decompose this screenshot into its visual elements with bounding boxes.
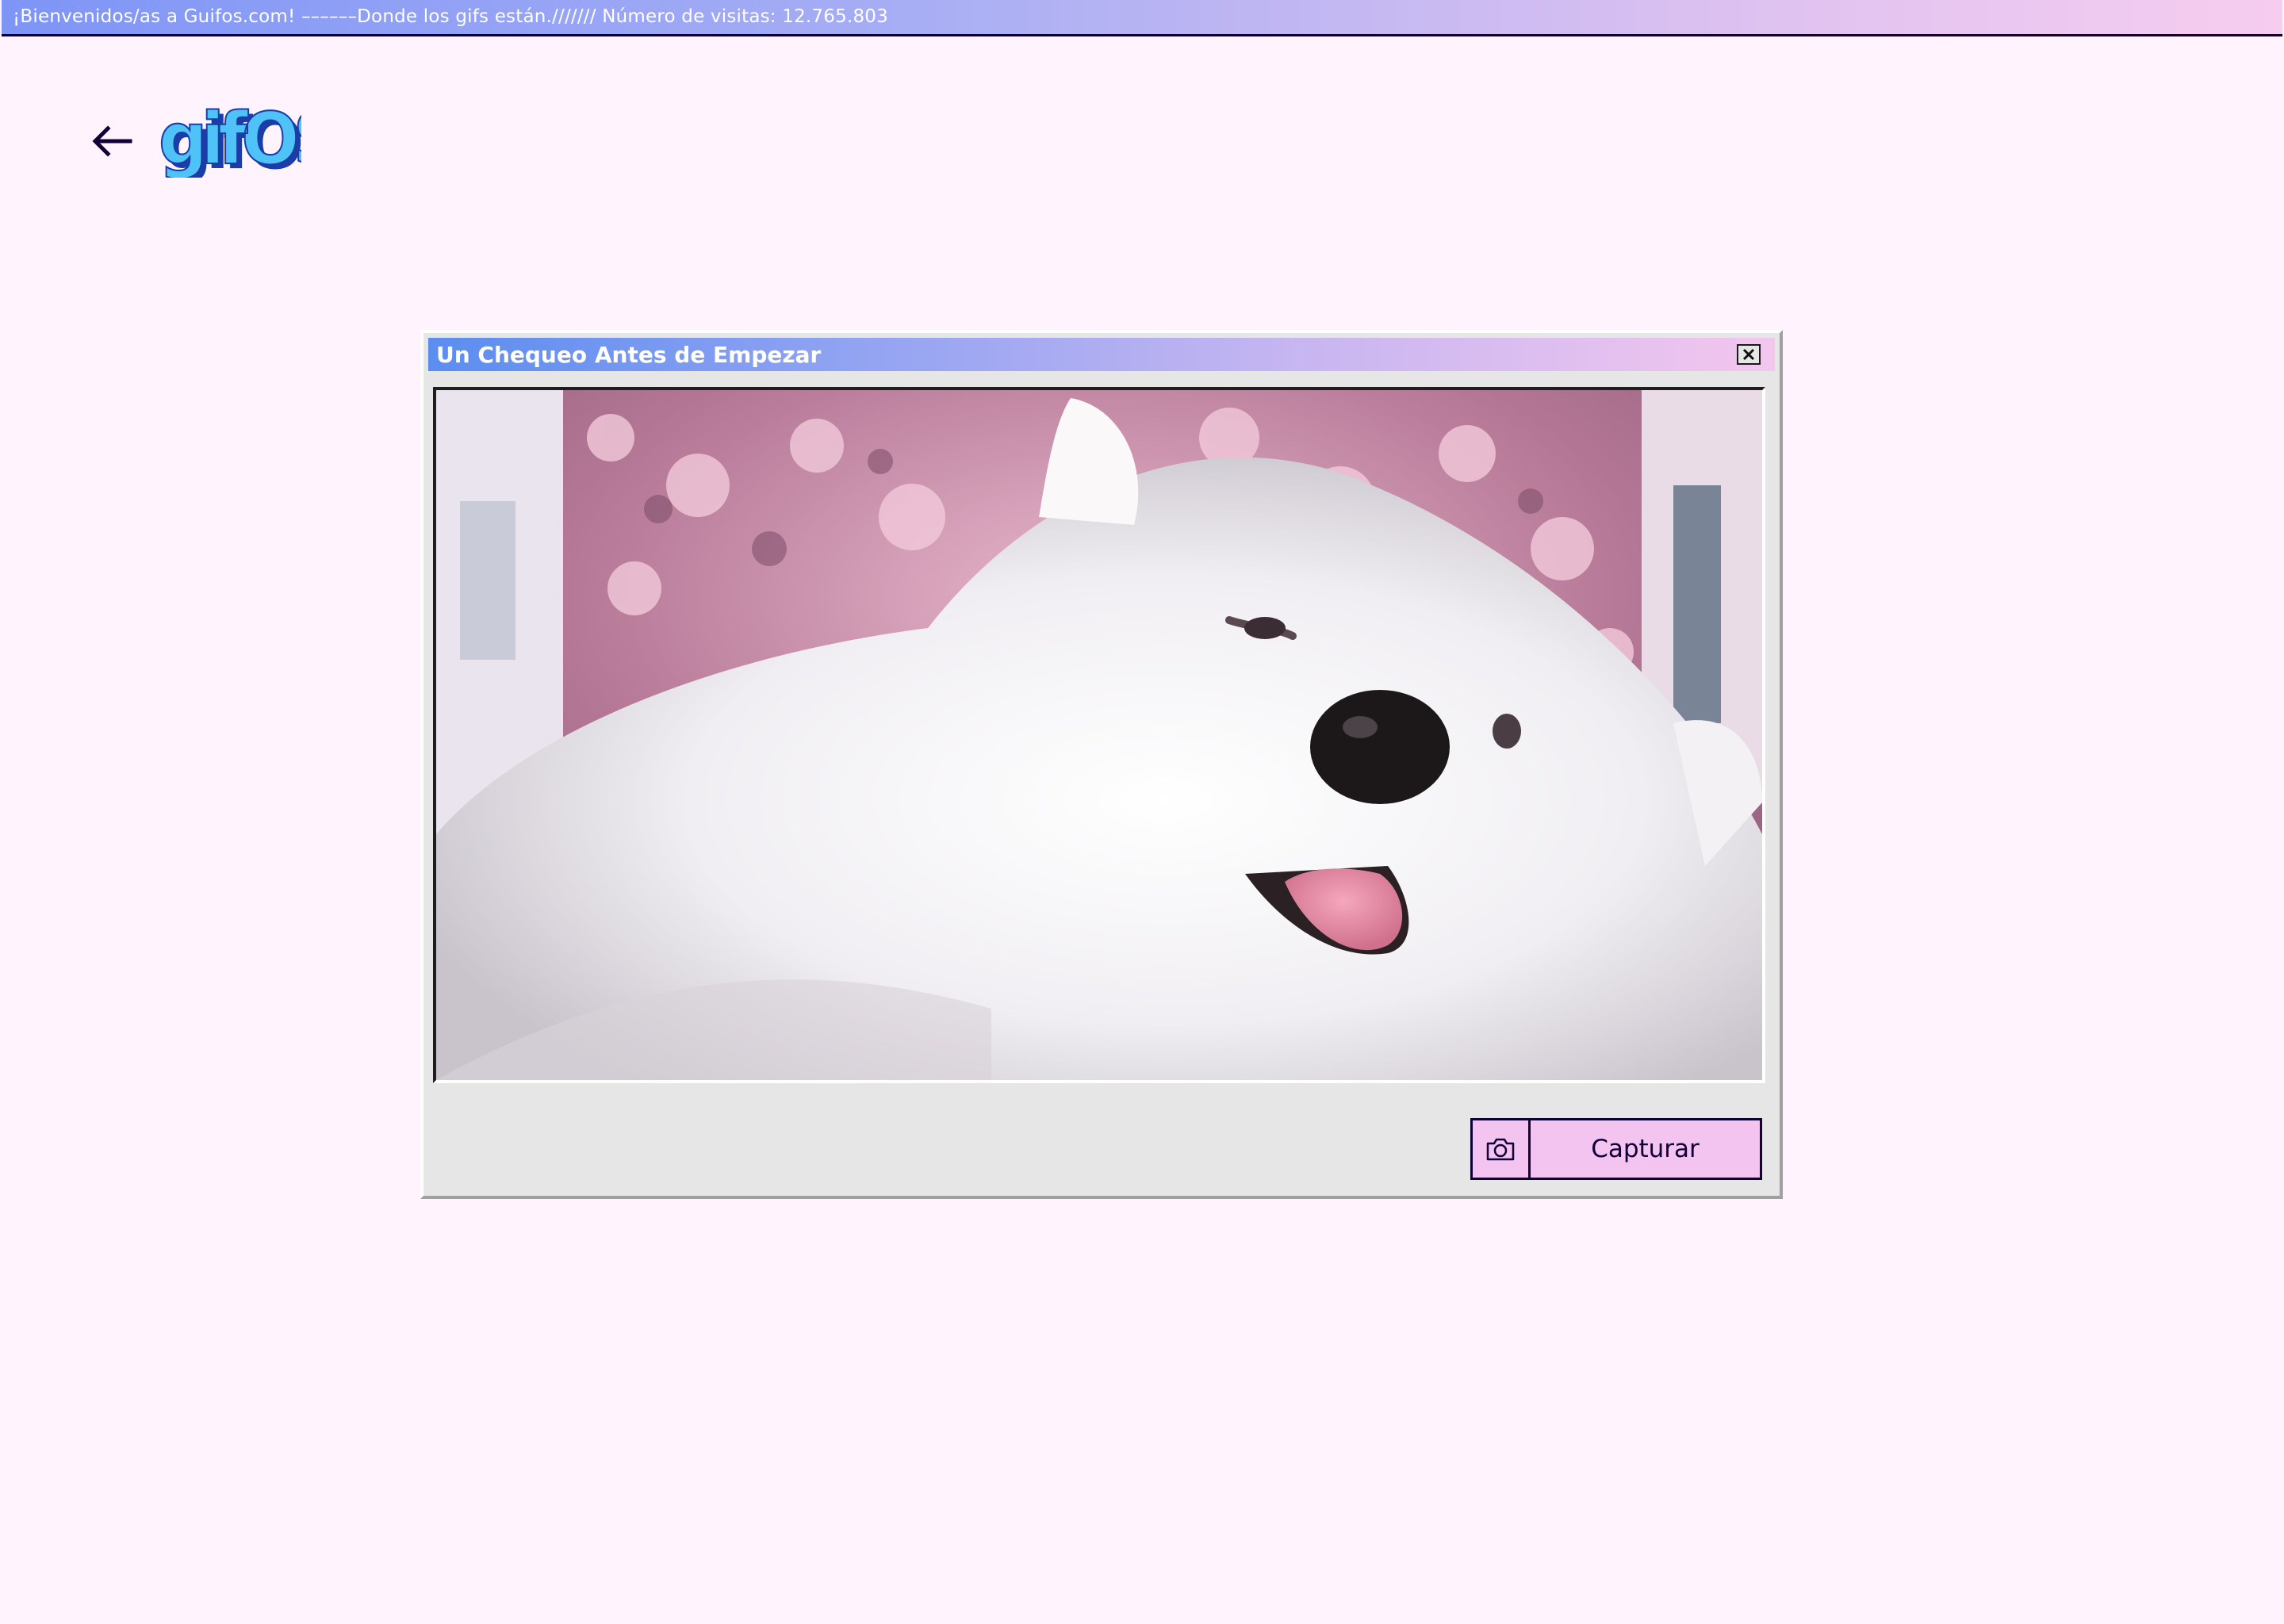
camera-button[interactable]	[1470, 1118, 1531, 1180]
welcome-text: ¡Bienvenidos/as a Guifos.com! ––––––Dond…	[13, 6, 888, 27]
camera-preview	[433, 387, 1765, 1083]
dialog-title: Un Chequeo Antes de Empezar	[436, 342, 822, 368]
close-button[interactable]	[1737, 344, 1761, 365]
preview-image	[436, 390, 1762, 1080]
close-icon	[1742, 348, 1755, 361]
dialog-titlebar: Un Chequeo Antes de Empezar	[428, 338, 1775, 371]
capture-button[interactable]: Capturar	[1531, 1118, 1762, 1180]
camera-icon	[1486, 1138, 1515, 1161]
welcome-banner: ¡Bienvenidos/as a Guifos.com! ––––––Dond…	[2, 0, 2282, 36]
arrow-left-icon[interactable]	[90, 119, 135, 163]
gifos-logo[interactable]: gifOS gifOS	[155, 96, 349, 186]
capture-controls: Capturar	[1470, 1118, 1762, 1180]
svg-text:gifOS: gifOS	[159, 98, 301, 178]
check-dialog: Un Chequeo Antes de Empezar Capturar	[420, 330, 1783, 1199]
